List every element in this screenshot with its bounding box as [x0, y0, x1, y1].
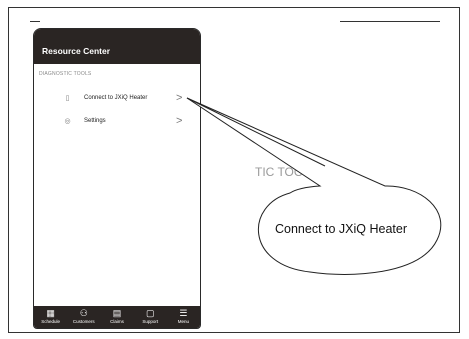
callout-bubble	[186, 97, 442, 275]
callout-label: Connect to JXiQ Heater	[275, 222, 408, 236]
